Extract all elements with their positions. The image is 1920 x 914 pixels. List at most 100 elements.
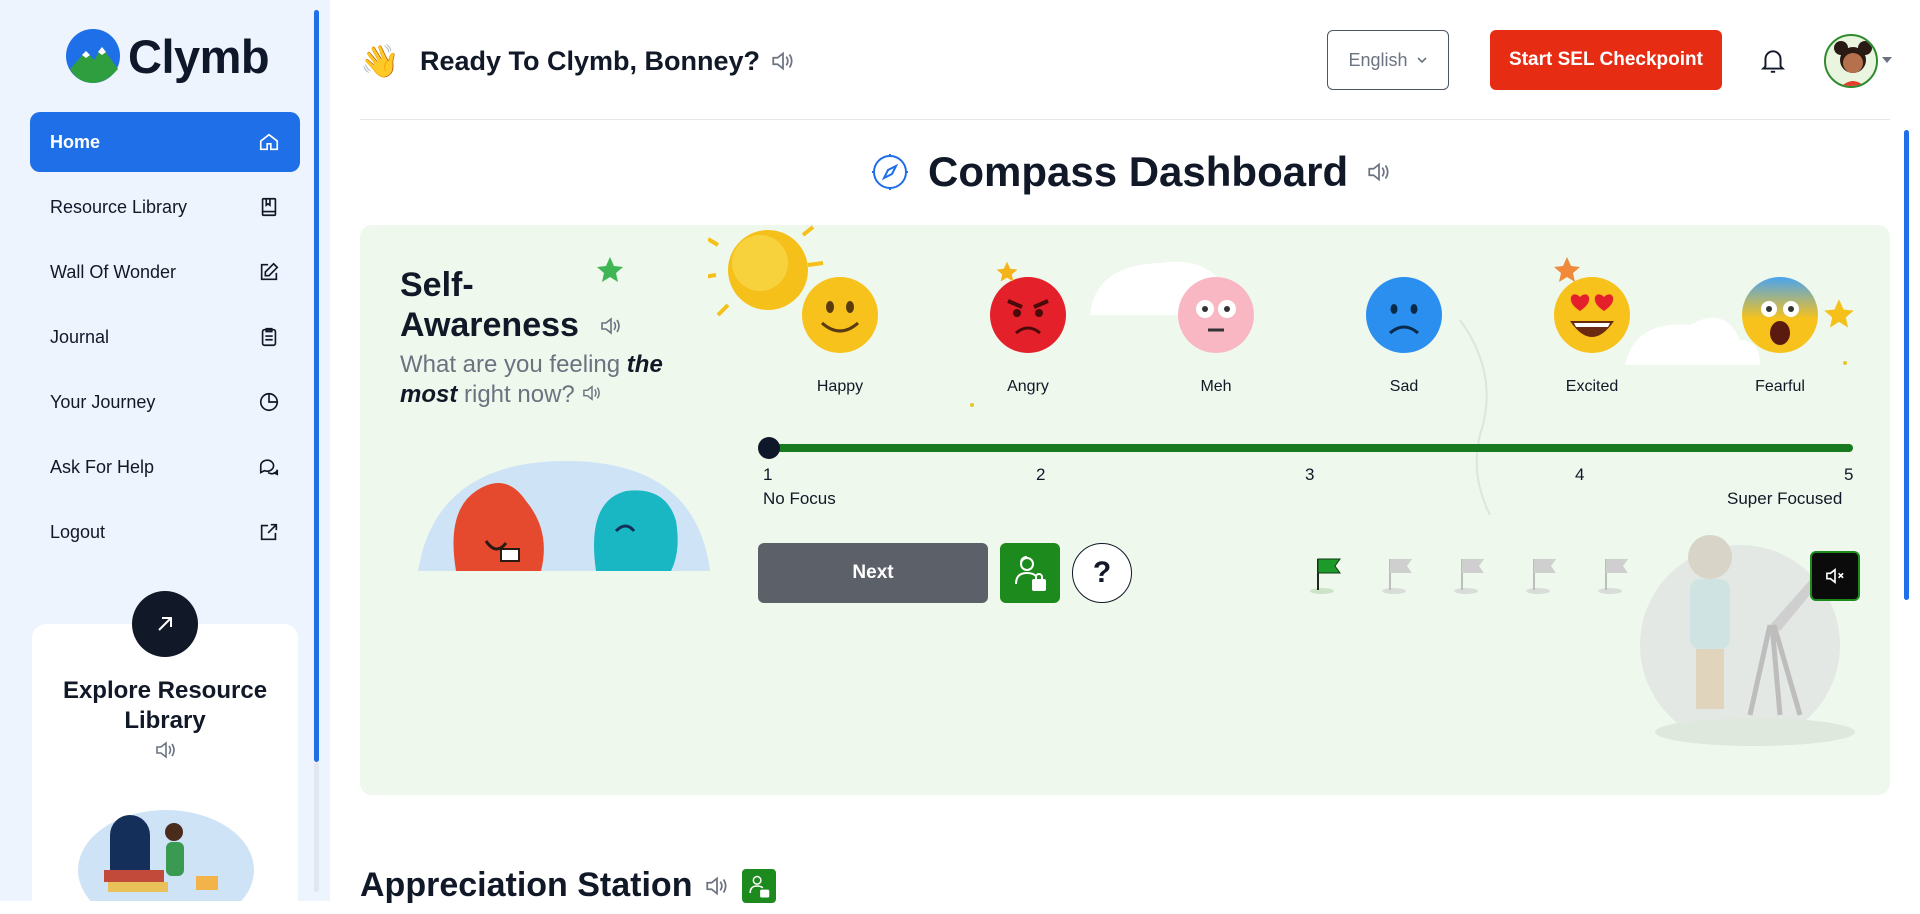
happy-face-icon — [802, 277, 878, 353]
sidebar-item-ask-for-help[interactable]: Ask For Help — [30, 437, 300, 497]
speaker-icon[interactable] — [704, 875, 730, 897]
scale-min-label: No Focus — [763, 489, 836, 508]
emotion-label: Meh — [1200, 378, 1232, 395]
emotion-meh[interactable]: Meh — [1156, 275, 1276, 396]
question-text: What are you feeling the most right now? — [400, 351, 663, 408]
mute-button[interactable] — [1810, 551, 1860, 601]
external-link-icon — [260, 523, 278, 541]
language-select[interactable]: English — [1327, 30, 1449, 90]
sidebar-item-label: Resource Library — [50, 196, 188, 217]
angry-face-icon — [990, 277, 1066, 353]
emotion-label: Sad — [1389, 378, 1419, 395]
avatar-portrait — [1834, 41, 1872, 86]
sidebar-item-label: Ask For Help — [50, 456, 155, 477]
sidebar-item-label: Logout — [50, 521, 106, 542]
sidebar-item-label: Wall Of Wonder — [50, 261, 177, 282]
sidebar-item-home[interactable]: Home — [30, 112, 300, 172]
brand-name: Clymb — [128, 29, 270, 83]
flag-icon — [1454, 559, 1484, 594]
scale-tick: 1 — [763, 465, 773, 484]
appreciation-station-heading: Appreciation Station — [360, 866, 777, 905]
scale-max-label: Super Focused — [1727, 489, 1843, 508]
section-title: Appreciation Station — [360, 866, 693, 904]
waving-hand-icon: 👋 — [360, 43, 400, 79]
sad-face-icon — [1366, 277, 1442, 353]
excited-face-icon — [1554, 277, 1630, 353]
flag-icon — [1526, 559, 1556, 594]
main-scrollbar[interactable] — [1904, 130, 1909, 600]
sidebar-nav: Home Resource Library Wall Of Wonder Jou… — [30, 112, 300, 567]
section-title-text: Self-Awareness — [400, 266, 579, 344]
compass-title-row: Compass Dashboard — [870, 148, 1392, 196]
emotion-fearful[interactable]: Fearful — [1720, 275, 1840, 396]
language-value: English — [1348, 49, 1408, 70]
pie-chart-icon — [259, 392, 279, 412]
library-illustration — [78, 810, 254, 901]
sidebar-item-resource-library[interactable]: Resource Library — [30, 177, 300, 237]
self-awareness-card: Self-Awareness What are you feeling the … — [360, 225, 1890, 795]
sidebar-item-wall-of-wonder[interactable]: Wall Of Wonder — [30, 242, 300, 302]
compass-icon — [872, 154, 908, 190]
user-lock-icon — [749, 875, 770, 897]
chat-icon — [259, 459, 279, 476]
bell-icon[interactable] — [1760, 47, 1786, 75]
speaker-icon[interactable] — [581, 384, 603, 402]
caret-down-icon[interactable] — [1882, 57, 1892, 63]
scale-tick: 5 — [1844, 465, 1854, 484]
star-icon — [1824, 299, 1854, 328]
avatar[interactable] — [1824, 34, 1878, 88]
emotion-angry[interactable]: Angry — [968, 275, 1088, 396]
private-badge[interactable] — [742, 868, 777, 903]
sidebar-scrollbar-track — [314, 762, 319, 892]
fearful-face-icon — [1742, 277, 1818, 353]
star-icon — [1554, 257, 1580, 282]
flag-icon — [1382, 559, 1412, 594]
flag-icon-completed — [1310, 558, 1341, 594]
emotion-label: Happy — [816, 378, 864, 395]
start-sel-checkpoint-button[interactable]: Start SEL Checkpoint — [1490, 30, 1722, 90]
user-lock-icon — [1015, 556, 1046, 591]
speaker-mute-icon — [1826, 568, 1844, 584]
speaker-icon[interactable] — [770, 50, 796, 72]
emotion-happy[interactable]: Happy — [780, 275, 900, 396]
focus-slider-thumb[interactable] — [758, 437, 780, 459]
sidebar: Clymb Home Resource Library Wall Of Wond… — [0, 0, 330, 914]
sidebar-item-journal[interactable]: Journal — [30, 307, 300, 367]
arrow-up-right-icon — [158, 617, 172, 631]
scale-tick: 3 — [1305, 465, 1315, 484]
speaker-icon[interactable] — [599, 316, 623, 336]
next-button[interactable]: Next — [758, 543, 988, 603]
page-title: Compass Dashboard — [928, 148, 1349, 195]
sidebar-item-label: Journal — [50, 326, 110, 347]
book-icon — [261, 197, 277, 217]
speaker-icon[interactable] — [1366, 161, 1392, 183]
explore-title: Explore Resource Library — [62, 677, 268, 734]
scale-tick: 4 — [1575, 465, 1585, 484]
sidebar-item-your-journey[interactable]: Your Journey — [30, 372, 300, 432]
sidebar-scrollbar[interactable] — [314, 10, 319, 762]
explore-button[interactable] — [132, 591, 198, 657]
star-icon — [996, 261, 1018, 282]
characters-illustration — [418, 461, 710, 571]
emotion-excited[interactable]: Excited — [1532, 275, 1652, 396]
chevron-down-icon — [1416, 57, 1427, 64]
sidebar-item-logout[interactable]: Logout — [30, 502, 300, 562]
emotion-sad[interactable]: Sad — [1344, 275, 1464, 396]
mountain-logo-icon — [66, 29, 120, 83]
meh-face-icon — [1178, 277, 1254, 353]
emotion-label: Angry — [1007, 378, 1049, 395]
greeting-title: Ready To Clymb, Bonney? — [420, 46, 761, 76]
sidebar-item-label: Home — [50, 131, 101, 152]
private-button[interactable] — [1000, 543, 1060, 603]
header-divider — [360, 119, 1890, 120]
help-button[interactable]: ? — [1072, 543, 1132, 603]
flag-icon — [1598, 559, 1628, 594]
edit-icon — [260, 262, 279, 281]
section-title: Self-Awareness — [400, 265, 623, 345]
brand-logo[interactable]: Clymb — [66, 28, 270, 84]
sidebar-item-label: Your Journey — [50, 391, 156, 412]
home-icon — [259, 133, 279, 151]
focus-slider-track[interactable] — [768, 444, 1853, 452]
speaker-icon[interactable] — [154, 740, 178, 760]
emotion-label: Fearful — [1755, 378, 1805, 395]
